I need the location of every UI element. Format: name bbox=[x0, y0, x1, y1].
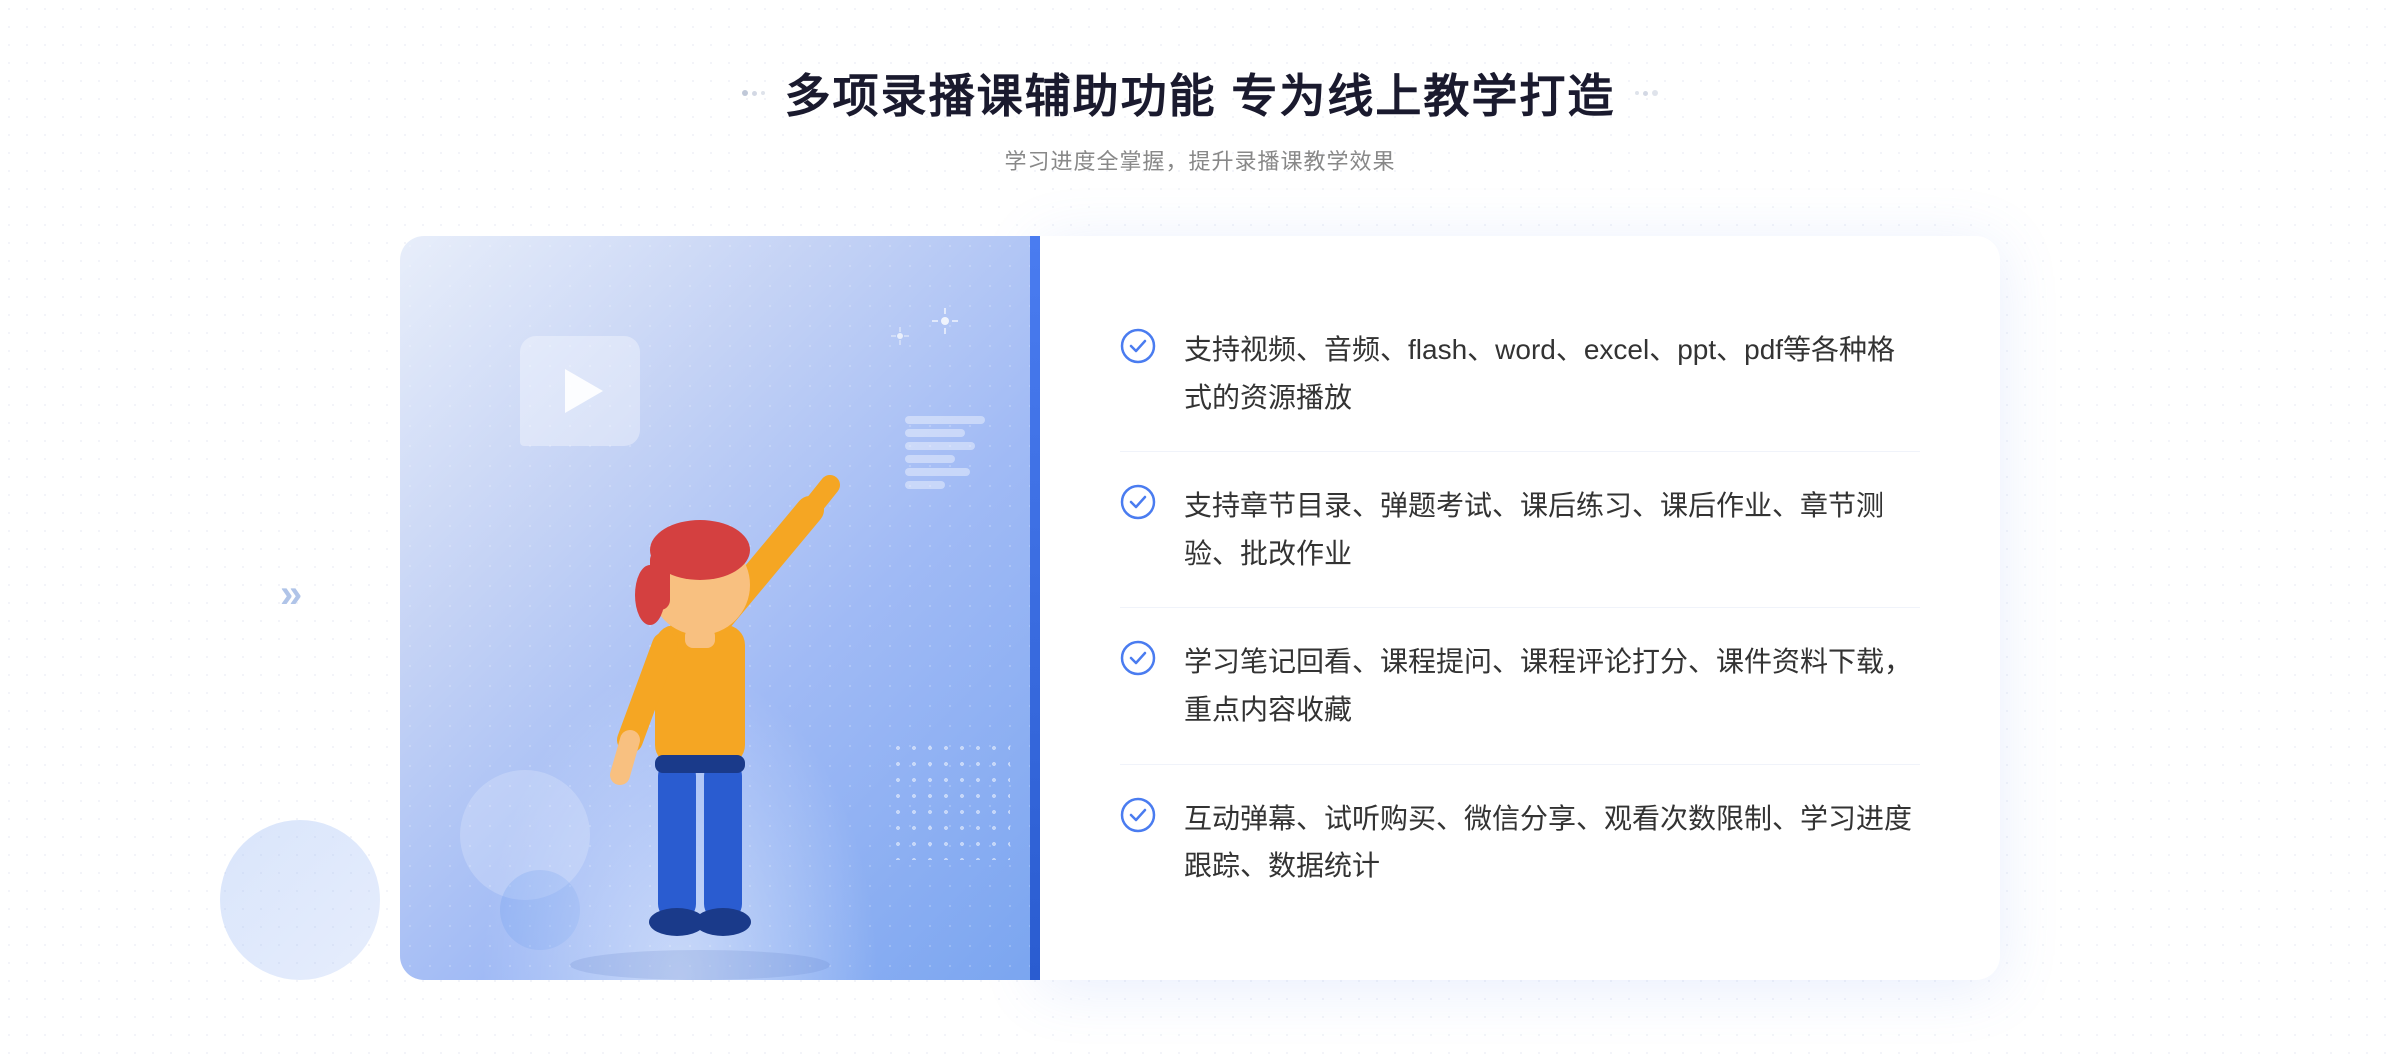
title-decorator-right bbox=[1635, 90, 1658, 96]
deco-line-2 bbox=[905, 429, 965, 437]
feature-item-4: 互动弹幕、试听购买、微信分享、观看次数限制、学习进度跟踪、数据统计 bbox=[1120, 765, 1920, 920]
content-area: 支持视频、音频、flash、word、excel、ppt、pdf等各种格式的资源… bbox=[400, 236, 2000, 980]
deco-line-1 bbox=[905, 416, 985, 424]
feature-item-1: 支持视频、音频、flash、word、excel、ppt、pdf等各种格式的资源… bbox=[1120, 296, 1920, 452]
feature-item-2: 支持章节目录、弹题考试、课后练习、课后作业、章节测验、批改作业 bbox=[1120, 452, 1920, 608]
deco-circle-large bbox=[220, 820, 380, 980]
check-icon-1 bbox=[1120, 328, 1156, 364]
check-icon-4 bbox=[1120, 797, 1156, 833]
outer-arrows-decoration: » bbox=[280, 572, 302, 617]
sparkle-decoration bbox=[930, 306, 960, 341]
page-subtitle: 学习进度全掌握，提升录播课教学效果 bbox=[742, 144, 1659, 176]
sparkle-small bbox=[890, 326, 910, 351]
check-icon-3 bbox=[1120, 640, 1156, 676]
page-title: 多项录播课辅助功能 专为线上教学打造 bbox=[785, 60, 1616, 126]
features-card: 支持视频、音频、flash、word、excel、ppt、pdf等各种格式的资源… bbox=[1040, 236, 2000, 980]
dots-grid-decoration bbox=[890, 740, 1010, 860]
feature-text-2: 支持章节目录、弹题考试、课后练习、课后作业、章节测验、批改作业 bbox=[1184, 482, 1920, 577]
feature-item-3: 学习笔记回看、课程提问、课程评论打分、课件资料下载，重点内容收藏 bbox=[1120, 608, 1920, 764]
deco-line-3 bbox=[905, 442, 975, 450]
feature-text-1: 支持视频、音频、flash、word、excel、ppt、pdf等各种格式的资源… bbox=[1184, 326, 1920, 421]
blue-bar bbox=[1030, 236, 1040, 980]
deco-line-5 bbox=[905, 468, 970, 476]
page-container: 多项录播课辅助功能 专为线上教学打造 学习进度全掌握，提升录播课教学效果 » bbox=[0, 0, 2400, 1060]
check-icon-2 bbox=[1120, 484, 1156, 520]
deco-lines bbox=[905, 416, 985, 489]
person-illustration bbox=[500, 430, 900, 980]
feature-text-4: 互动弹幕、试听购买、微信分享、观看次数限制、学习进度跟踪、数据统计 bbox=[1184, 795, 1920, 890]
illustration-card bbox=[400, 236, 1040, 980]
header-title-row: 多项录播课辅助功能 专为线上教学打造 bbox=[742, 60, 1659, 126]
deco-line-6 bbox=[905, 481, 945, 489]
feature-text-3: 学习笔记回看、课程提问、课程评论打分、课件资料下载，重点内容收藏 bbox=[1184, 638, 1920, 733]
header-section: 多项录播课辅助功能 专为线上教学打造 学习进度全掌握，提升录播课教学效果 bbox=[742, 60, 1659, 176]
deco-line-4 bbox=[905, 455, 955, 463]
play-triangle-icon bbox=[565, 369, 603, 413]
title-decorator-left bbox=[742, 90, 765, 96]
